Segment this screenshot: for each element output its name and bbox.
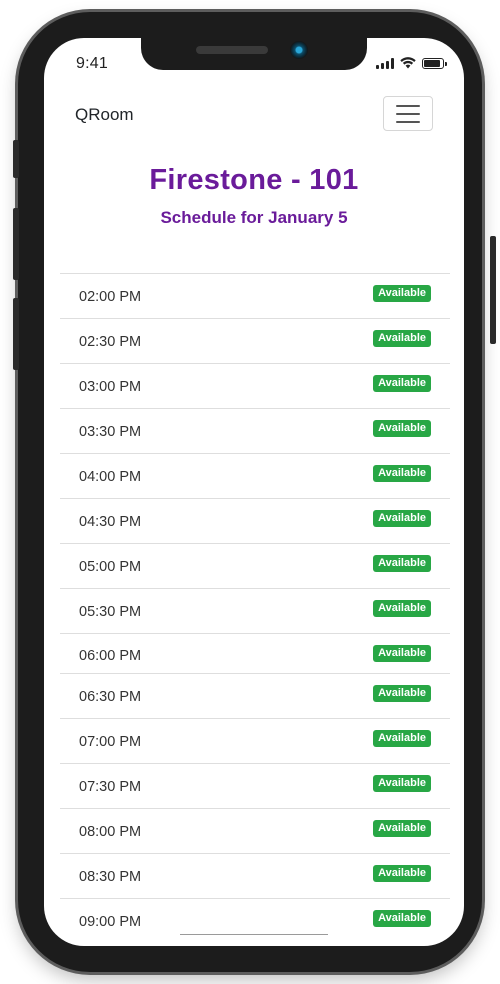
availability-badge: Available (373, 730, 431, 747)
time-slot[interactable]: 03:30 PM Available (60, 408, 450, 453)
slot-time: 08:30 PM (79, 869, 142, 885)
availability-badge: Available (373, 330, 431, 347)
slot-time: 03:00 PM (79, 379, 142, 395)
home-indicator (180, 934, 328, 935)
availability-badge: Available (373, 510, 431, 527)
availability-badge: Available (373, 775, 431, 792)
slot-time: 09:00 PM (79, 914, 142, 930)
time-slot[interactable]: 05:00 PM Available (60, 543, 450, 588)
volume-down-button (13, 298, 19, 370)
time-slot[interactable]: 07:00 PM Available (60, 718, 450, 763)
slot-time: 08:00 PM (79, 824, 142, 840)
slot-time: 03:30 PM (79, 424, 142, 440)
availability-badge: Available (373, 820, 431, 837)
time-slot[interactable]: 06:30 PM Available (60, 673, 450, 718)
slot-time: 04:30 PM (79, 514, 142, 530)
navbar-toggler-button[interactable] (383, 96, 433, 131)
signal-icon (376, 57, 394, 69)
slot-time: 05:00 PM (79, 559, 142, 575)
slot-time: 07:00 PM (79, 734, 142, 750)
navbar: QRoom (44, 96, 464, 136)
time-slot[interactable]: 02:30 PM Available (60, 318, 450, 363)
battery-icon (422, 57, 447, 69)
notch (141, 38, 367, 70)
time-slot[interactable]: 04:00 PM Available (60, 453, 450, 498)
schedule-list: 02:00 PM Available 02:30 PM Available 03… (60, 273, 450, 943)
slot-time: 06:00 PM (79, 648, 142, 664)
time-slot[interactable]: 06:00 PM Available (60, 633, 450, 673)
time-slot[interactable]: 03:00 PM Available (60, 363, 450, 408)
slot-time: 06:30 PM (79, 689, 142, 705)
slot-time: 02:00 PM (79, 289, 142, 305)
time-slot[interactable]: 05:30 PM Available (60, 588, 450, 633)
availability-badge: Available (373, 645, 431, 662)
availability-badge: Available (373, 375, 431, 392)
availability-badge: Available (373, 685, 431, 702)
slot-time: 04:00 PM (79, 469, 142, 485)
time-slot[interactable]: 07:30 PM Available (60, 763, 450, 808)
power-button (490, 236, 496, 344)
slot-time: 07:30 PM (79, 779, 142, 795)
availability-badge: Available (373, 910, 431, 927)
time-slot[interactable]: 08:30 PM Available (60, 853, 450, 898)
availability-badge: Available (373, 420, 431, 437)
volume-up-button (13, 208, 19, 280)
availability-badge: Available (373, 865, 431, 882)
availability-badge: Available (373, 555, 431, 572)
hamburger-icon (396, 104, 420, 107)
wifi-icon (400, 57, 416, 69)
speaker-grille (196, 46, 268, 54)
availability-badge: Available (373, 285, 431, 302)
availability-badge: Available (373, 600, 431, 617)
slot-time: 02:30 PM (79, 334, 142, 350)
phone-screen: 9:41 QRoom Firestone - 101 Schedule for … (44, 38, 464, 946)
time-slot[interactable]: 02:00 PM Available (60, 273, 450, 318)
status-icons (376, 57, 447, 69)
schedule-date: Schedule for January 5 (160, 208, 348, 227)
silent-switch (13, 140, 19, 178)
time-slot[interactable]: 09:00 PM Available (60, 898, 450, 943)
time-slot[interactable]: 08:00 PM Available (60, 808, 450, 853)
front-camera-icon (290, 41, 308, 59)
brand-link[interactable]: QRoom (75, 105, 134, 125)
availability-badge: Available (373, 465, 431, 482)
status-time: 9:41 (76, 55, 108, 72)
slot-time: 05:30 PM (79, 604, 142, 620)
room-title: Firestone - 101 (149, 164, 359, 196)
time-slot[interactable]: 04:30 PM Available (60, 498, 450, 543)
